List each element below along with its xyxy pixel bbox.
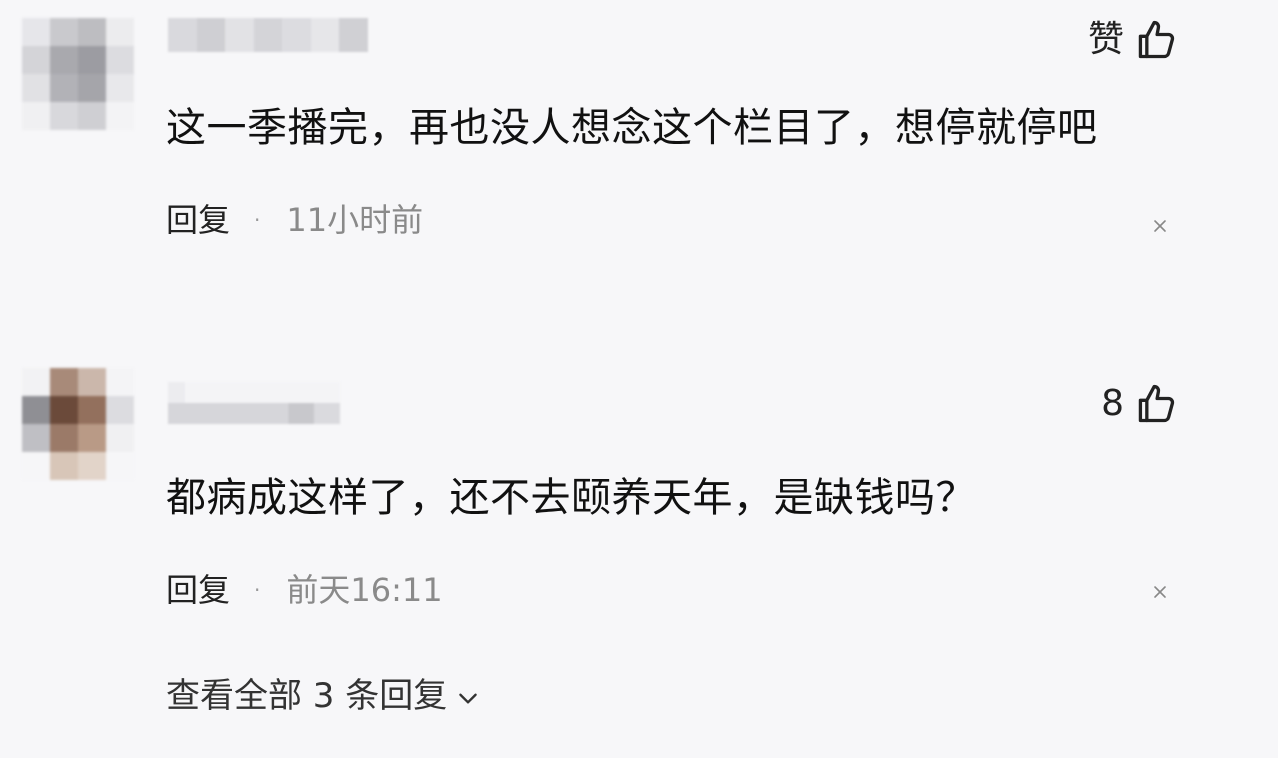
- view-all-replies-label: 查看全部 3 条回复: [166, 676, 448, 716]
- like-label: 赞: [1087, 19, 1124, 60]
- username[interactable]: [168, 18, 369, 52]
- timestamp: 前天16:11: [286, 571, 443, 609]
- comment-text: 都病成这样了，还不去颐养天年，是缺钱吗？: [166, 475, 976, 521]
- like-count: 8: [1101, 383, 1124, 424]
- chevron-down-icon: [459, 693, 478, 704]
- separator-dot: ·: [254, 578, 261, 602]
- comment-text: 这一季播完，再也没人想念这个栏目了，想停就停吧: [166, 105, 1098, 151]
- avatar[interactable]: [22, 368, 134, 480]
- comment-meta: 回复 · 前天16:11: [166, 570, 443, 610]
- like-button[interactable]: 8: [1101, 382, 1178, 426]
- comment-meta: 回复 · 11小时前: [166, 200, 423, 240]
- reply-button[interactable]: 回复: [166, 200, 230, 240]
- timestamp: 11小时前: [286, 201, 424, 239]
- comment-item: 赞 这一季播完，再也没人想念这个栏目了，想停就停吧 回复 · 11小时前: [0, 0, 1278, 300]
- reply-button[interactable]: 回复: [166, 570, 230, 610]
- comment-list: 赞 这一季播完，再也没人想念这个栏目了，想停就停吧 回复 · 11小时前 8 都…: [0, 0, 1278, 758]
- like-button[interactable]: 赞: [1088, 18, 1178, 62]
- view-all-replies-button[interactable]: 查看全部 3 条回复: [166, 674, 481, 718]
- separator-dot: ·: [254, 208, 261, 232]
- close-icon[interactable]: [1150, 582, 1170, 602]
- thumb-up-icon: [1138, 384, 1175, 423]
- username[interactable]: [168, 382, 340, 424]
- comment-item: 8 都病成这样了，还不去颐养天年，是缺钱吗？ 回复 · 前天16:11 查看全部…: [0, 360, 1278, 758]
- thumb-up-icon: [1138, 20, 1175, 59]
- avatar[interactable]: [22, 18, 134, 130]
- close-icon[interactable]: [1150, 216, 1170, 236]
